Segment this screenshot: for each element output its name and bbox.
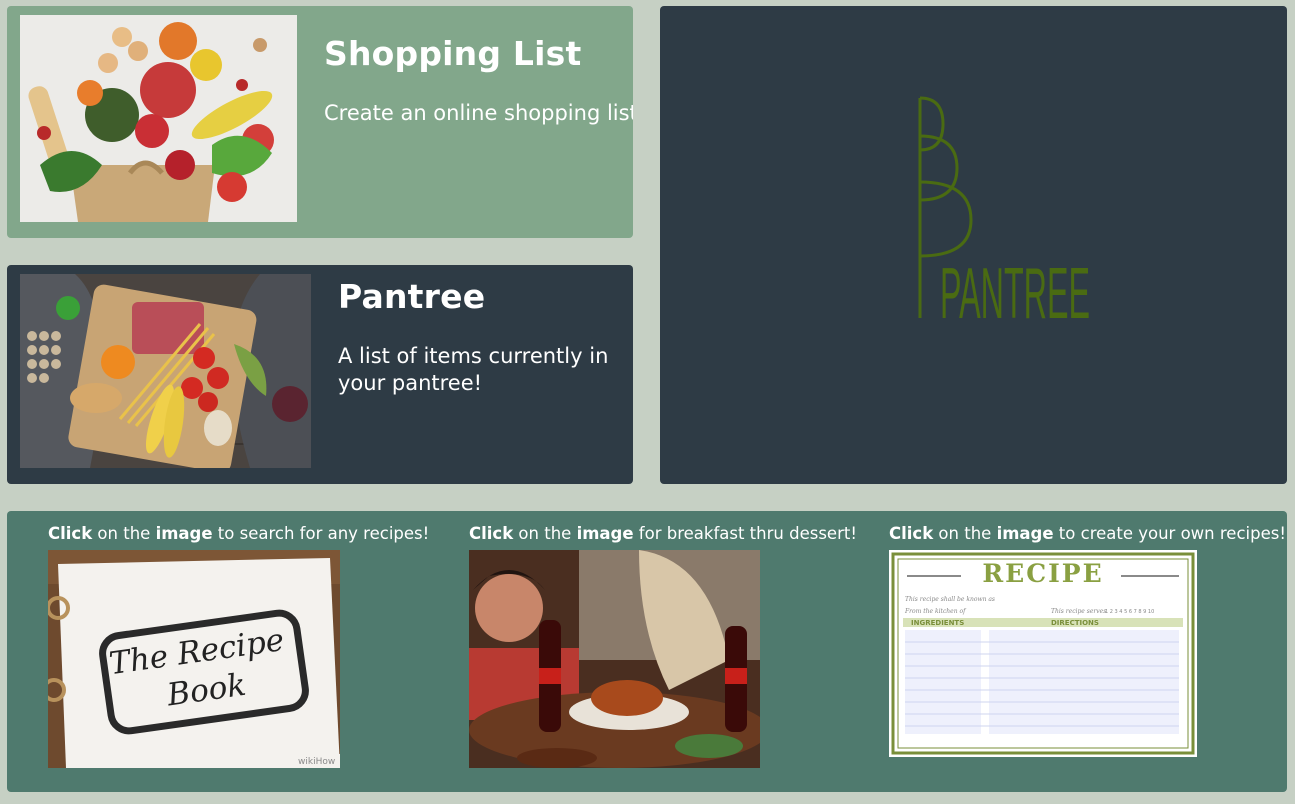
svg-text:wikiHow: wikiHow <box>298 757 335 767</box>
recipe-meals-caption: Click on the image for breakfast thru de… <box>469 524 857 543</box>
svg-text:1 2 3 4 5 6 7 8 9 10: 1 2 3 4 5 6 7 8 9 10 <box>1105 609 1154 615</box>
dinner-table-image[interactable] <box>469 550 760 768</box>
svg-text:RECIPE: RECIPE <box>982 559 1103 588</box>
recipe-create-column: Click on the image to create your own re… <box>889 524 1286 757</box>
pantree-image[interactable] <box>20 274 311 468</box>
recipe-search-column: Click on the image to search for any rec… <box>48 524 429 768</box>
svg-text:INGREDIENTS: INGREDIENTS <box>911 619 964 627</box>
recipe-create-caption: Click on the image to create your own re… <box>889 524 1286 543</box>
recipe-search-caption: Click on the image to search for any rec… <box>48 524 430 543</box>
svg-text:This recipe shall be known as: This recipe shall be known as <box>905 596 995 603</box>
pantree-description: A list of items currently in your pantre… <box>338 344 609 395</box>
recipe-meals-column: Click on the image for breakfast thru de… <box>469 524 857 768</box>
pantree-logo-text: PANTREE <box>940 254 1090 326</box>
pantree-card[interactable]: Pantree A list of items currently in you… <box>7 265 633 484</box>
pantree-logo: PANTREE <box>918 96 1090 326</box>
recipe-card-image[interactable]: RECIPE This recipe shall be known as Fro… <box>889 550 1197 757</box>
shopping-list-image[interactable] <box>20 15 297 222</box>
shopping-list-card[interactable]: Shopping List Create an online shopping … <box>7 6 633 238</box>
svg-text:DIRECTIONS: DIRECTIONS <box>1051 619 1099 627</box>
recipes-card: Click on the image to search for any rec… <box>7 511 1287 792</box>
shopping-list-title: Shopping List <box>324 34 582 73</box>
pantree-title: Pantree <box>338 277 486 316</box>
recipe-book-image[interactable]: The Recipe Book wikiHow <box>48 550 340 768</box>
shopping-list-description: Create an online shopping list! <box>324 101 633 125</box>
logo-card: PANTREE <box>660 6 1287 484</box>
svg-text:This recipe serves: This recipe serves <box>1051 608 1106 615</box>
svg-text:From the kitchen of: From the kitchen of <box>904 608 967 615</box>
